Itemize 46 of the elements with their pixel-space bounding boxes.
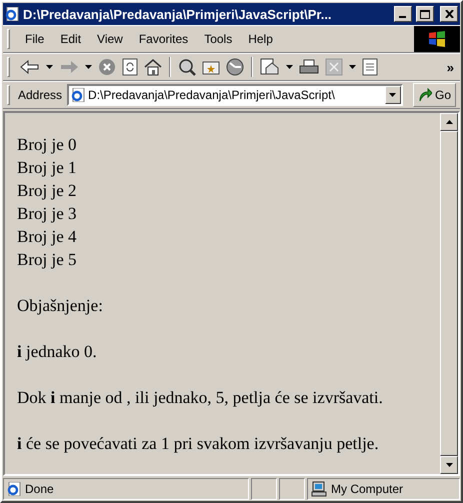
page-text: Objašnjenje: (17, 295, 104, 317)
curved-arrow-icon (418, 88, 432, 102)
caret-icon (46, 65, 53, 69)
toolbar-overflow-button[interactable]: » (444, 55, 456, 79)
page-text: Broj je 5 (17, 249, 78, 271)
page-text: Broj je 4 (17, 226, 78, 248)
close-button[interactable] (440, 6, 458, 22)
caret-icon (389, 93, 396, 97)
page-text: i će se povećavati za 1 pri svakom izvršavanju petlje. (17, 433, 380, 455)
menu-item[interactable]: Favorites (132, 30, 196, 48)
zone-text: My Computer (331, 482, 404, 496)
down-arrow-icon (446, 463, 452, 467)
status-text: Done (25, 482, 54, 496)
scrollbar[interactable] (440, 113, 458, 474)
menu-item[interactable]: Tools (197, 30, 240, 48)
page-text: Dok i manje od , ili jednako, 5, petlja će se izvršavati. (17, 387, 384, 409)
minimize-button[interactable] (394, 6, 412, 22)
page-text: Broj je 2 (17, 180, 78, 202)
page-text: Broj je 3 (17, 203, 78, 225)
caret-icon (85, 65, 92, 69)
page-text: Broj je 0 (17, 134, 78, 156)
computer-icon (311, 481, 327, 497)
status-pane (279, 478, 305, 500)
caret-icon (286, 65, 293, 69)
caret-icon (349, 65, 356, 69)
address-field[interactable]: D:\Predavanja\Predavanja\Primjeri\JavaScript\ (67, 84, 403, 106)
forward-arrow-icon (59, 60, 79, 74)
maximize-icon (420, 10, 430, 18)
status-pane (251, 478, 277, 500)
page-text: i jednako 0. (17, 341, 98, 363)
menu-item[interactable]: File (18, 30, 52, 48)
browser-logo-icon (71, 88, 86, 102)
go-button[interactable]: Go (412, 83, 456, 107)
page-text: Broj je 1 (17, 157, 78, 179)
maximize-button[interactable] (416, 6, 434, 22)
browser-logo-icon (7, 482, 21, 496)
up-arrow-icon (446, 120, 452, 124)
close-icon (444, 10, 454, 18)
address-dropdown-button[interactable] (384, 86, 401, 104)
menu-item[interactable]: View (90, 30, 130, 48)
browser-logo-icon (5, 7, 19, 21)
windows-logo-icon (414, 26, 460, 52)
menu-item[interactable]: Help (241, 30, 280, 48)
menu-item[interactable]: Edit (53, 30, 88, 48)
address-label: Address (18, 88, 62, 102)
window-title: D:\Predavanja\Predavanja\Primjeri\JavaScript\Pr... (23, 6, 333, 22)
